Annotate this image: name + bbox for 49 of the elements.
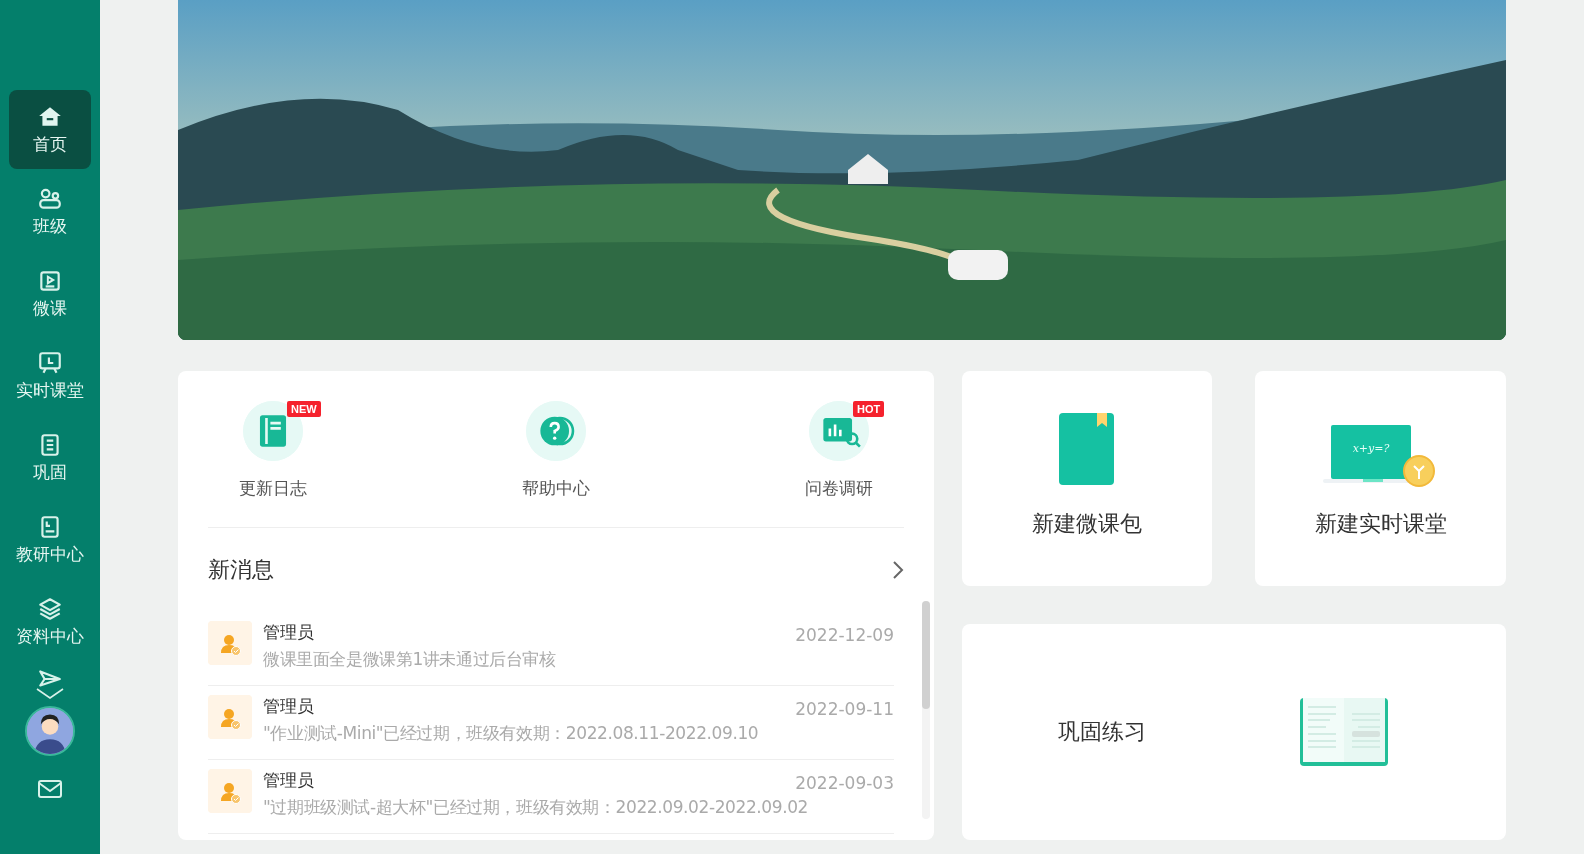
sidebar-label: 微课 — [33, 296, 67, 320]
presentation-board-icon — [37, 349, 63, 376]
chevron-right-icon[interactable] — [892, 560, 904, 580]
sidebar-item[interactable]: 资料中心 — [9, 582, 91, 661]
quick-link[interactable]: 帮助中心 — [491, 401, 621, 527]
mail-icon[interactable] — [37, 778, 63, 800]
sender-name: 管理员 — [263, 621, 314, 644]
sidebar-item[interactable]: 微课 — [9, 254, 91, 333]
message-date: 2022-09-03 — [795, 773, 894, 793]
action-card[interactable]: 巩固练习 — [962, 624, 1506, 840]
message-item[interactable]: 管理员 "作业测试-Mini"已经过期，班级有效期：2022.08.11-2022.09.10 2022-09-11 — [208, 686, 894, 760]
sidebar-item[interactable]: 首页 — [9, 90, 91, 169]
quick-link-label: 帮助中心 — [522, 477, 590, 500]
message-text: "过期班级测试-超大杯"已经过期，班级有效期：2022.09.02-2022.09.02 — [263, 796, 809, 819]
sidebar-item[interactable]: 巩固 — [9, 418, 91, 497]
quick-link[interactable]: NEW 更新日志 — [208, 401, 338, 527]
sidebar-item[interactable]: 班级 — [9, 172, 91, 251]
quick-link[interactable]: HOT 问卷调研 — [774, 401, 904, 527]
message-item[interactable]: 管理员 "过期班级测试-超大杯"已经过期，班级有效期：2022.09.02-2022.09.02 2022-09-03 — [208, 760, 894, 834]
sidebar-item[interactable]: 教研中心 — [9, 500, 91, 579]
action-card[interactable]: x+y=? 新建实时课堂 — [1255, 371, 1506, 586]
badge: HOT — [853, 401, 885, 417]
badge: NEW — [287, 401, 321, 417]
sidebar-label: 首页 — [33, 132, 67, 156]
sender-name: 管理员 — [263, 695, 314, 718]
action-label: 新建微课包 — [1032, 510, 1142, 538]
chevron-down-icon[interactable] — [35, 686, 65, 700]
quick-link-label: 问卷调研 — [805, 477, 873, 500]
sidebar-item[interactable]: 实时课堂 — [9, 336, 91, 415]
sidebar-label: 教研中心 — [16, 542, 84, 566]
avatar-silhouette[interactable] — [25, 706, 75, 756]
message-date: 2022-12-09 — [795, 625, 894, 645]
message-text: 微课里面全是微课第1讲未通过后台审核 — [263, 648, 557, 671]
action-label: 巩固练习 — [1058, 718, 1146, 746]
layers-icon — [37, 595, 63, 622]
sender-name: 管理员 — [263, 769, 314, 792]
message-date: 2022-09-11 — [795, 699, 894, 719]
message-item[interactable]: 管理员 微课里面全是微课第1讲未通过后台审核 2022-12-09 — [208, 612, 894, 686]
scrollbar[interactable] — [922, 601, 930, 819]
sidebar-label: 班级 — [33, 214, 67, 238]
sidebar-label: 资料中心 — [16, 624, 84, 648]
message-text: "作业测试-Mini"已经过期，班级有效期：2022.08.11-2022.09.10 — [263, 722, 760, 745]
paper-plane-icon[interactable] — [37, 668, 63, 690]
sidebar-label: 巩固 — [33, 460, 67, 484]
action-label: 新建实时课堂 — [1314, 510, 1447, 538]
section-title: 新消息 — [208, 556, 274, 584]
sidebar-label: 实时课堂 — [16, 378, 84, 402]
quick-link-label: 更新日志 — [239, 477, 307, 500]
action-card[interactable]: 新建微课包 — [962, 371, 1212, 586]
